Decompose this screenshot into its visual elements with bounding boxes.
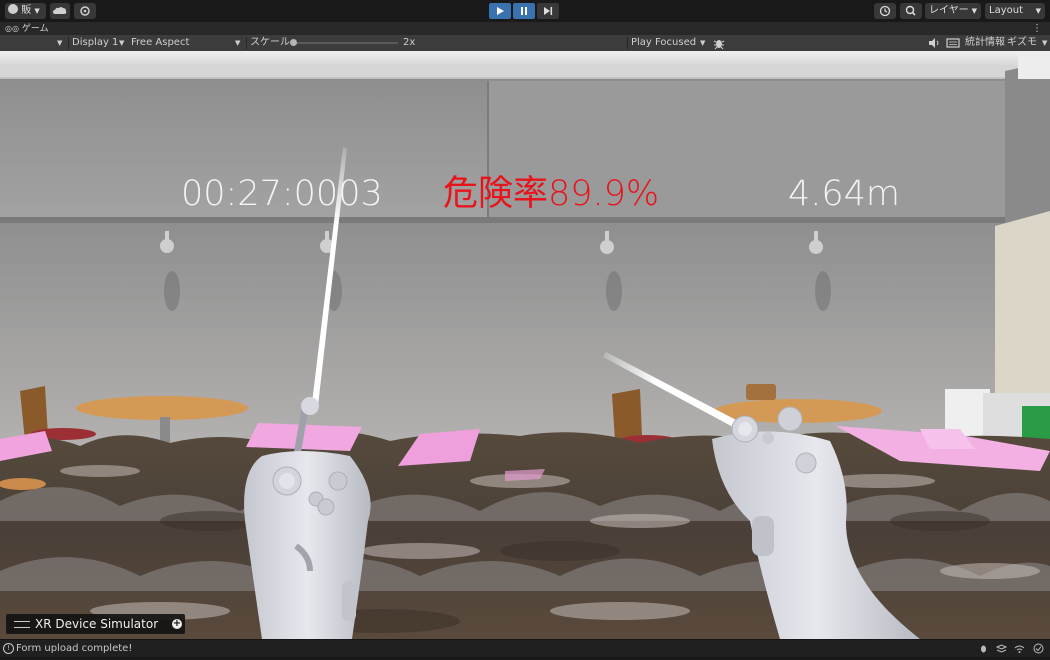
play-mode-label: Play Focused xyxy=(631,37,697,48)
cloud-icon xyxy=(53,7,67,14)
display-dropdown[interactable]: Display 1 ▼ xyxy=(72,35,126,51)
cloud-button[interactable] xyxy=(50,3,70,19)
aspect-dropdown[interactable]: Free Aspect ▼ xyxy=(131,35,244,51)
kebab-menu-icon[interactable]: ⋮ xyxy=(1032,22,1042,35)
game-mode-dropdown[interactable]: ▼ xyxy=(0,35,66,51)
game-tab[interactable]: ◎◎ ゲーム xyxy=(5,22,49,36)
step-icon xyxy=(544,7,553,15)
info-icon: ! xyxy=(3,643,14,654)
chevron-down-icon: ▼ xyxy=(57,39,63,47)
account-dropdown[interactable]: 販 ▼ xyxy=(5,3,46,19)
game-view[interactable]: 00:27:0003 危険率89.9% 4.64m xyxy=(0,51,1050,639)
slider-track xyxy=(292,42,398,44)
keyboard-icon xyxy=(946,38,960,48)
account-icon xyxy=(8,4,18,14)
layers-status-icon[interactable] xyxy=(995,643,1008,654)
game-tab-bar: ◎◎ ゲーム ⋮ xyxy=(0,22,1050,35)
layers-label: レイヤー xyxy=(929,5,969,16)
expand-plus-icon[interactable]: + xyxy=(172,619,182,629)
aspect-label: Free Aspect xyxy=(131,37,190,48)
xr-device-simulator-panel[interactable]: XR Device Simulator + xyxy=(6,614,185,634)
chevron-down-icon: ▼ xyxy=(1042,39,1048,47)
status-bar: ! Form upload complete! xyxy=(0,639,1050,657)
search-icon xyxy=(905,5,916,16)
xr-panel-title: XR Device Simulator xyxy=(35,617,159,631)
pause-icon xyxy=(521,7,527,15)
drag-handle-icon[interactable] xyxy=(14,621,30,628)
chevron-down-icon: ▼ xyxy=(1035,7,1041,15)
scale-slider[interactable] xyxy=(290,35,400,51)
chevron-down-icon: ▼ xyxy=(971,7,977,15)
scale-value: 2x xyxy=(403,37,416,48)
main-toolbar: 販 ▼ レイヤー ▼ Layout ▼ xyxy=(0,0,1050,23)
scene-render xyxy=(0,51,1050,639)
play-icon xyxy=(497,7,504,15)
bug-button[interactable] xyxy=(712,35,726,51)
history-icon xyxy=(879,5,891,17)
layers-dropdown[interactable]: レイヤー ▼ xyxy=(925,3,981,19)
step-button[interactable] xyxy=(537,3,559,19)
layout-label: Layout xyxy=(989,5,1023,16)
play-mode-dropdown[interactable]: Play Focused ▼ xyxy=(631,35,709,51)
distance-readout: 4.64m xyxy=(788,174,901,214)
search-button[interactable] xyxy=(900,3,922,19)
gamepad-icon: ◎◎ xyxy=(5,24,19,33)
play-button[interactable] xyxy=(489,3,511,19)
history-button[interactable] xyxy=(874,3,896,19)
status-message: Form upload complete! xyxy=(16,643,133,654)
divider xyxy=(627,37,628,49)
keyboard-button[interactable] xyxy=(945,35,961,51)
check-status-icon[interactable] xyxy=(1033,643,1044,654)
slider-thumb[interactable] xyxy=(290,39,297,46)
bug-status-icon[interactable] xyxy=(978,643,989,654)
gizmos-label: ギズモ xyxy=(1007,37,1037,48)
pause-button[interactable] xyxy=(513,3,535,19)
collab-button[interactable] xyxy=(74,3,96,19)
network-status-icon[interactable] xyxy=(1014,643,1025,654)
elapsed-timer: 00:27:0003 xyxy=(181,174,383,214)
chevron-down-icon: ▼ xyxy=(34,7,40,15)
divider xyxy=(246,37,247,49)
divider xyxy=(68,37,69,49)
game-tab-label: ゲーム xyxy=(21,24,49,34)
bug-icon xyxy=(713,40,725,50)
display-label: Display 1 xyxy=(72,37,119,48)
gizmos-dropdown[interactable]: ギズモ ▼ xyxy=(1007,35,1049,51)
camera-icon xyxy=(80,6,90,16)
playmode-controls xyxy=(489,3,559,19)
chevron-down-icon: ▼ xyxy=(235,39,241,47)
chevron-down-icon: ▼ xyxy=(119,39,125,47)
layout-dropdown[interactable]: Layout ▼ xyxy=(985,3,1045,19)
stats-button[interactable]: 統計情報 xyxy=(965,35,1005,51)
speaker-icon xyxy=(929,38,939,48)
danger-rate: 危険率89.9% xyxy=(443,174,660,214)
chevron-down-icon: ▼ xyxy=(700,39,706,47)
game-view-toolbar: ▼ Display 1 ▼ Free Aspect ▼ スケール 2x Play… xyxy=(0,35,1050,52)
scale-label: スケール xyxy=(250,37,290,48)
account-label: 販 xyxy=(21,5,32,16)
mute-audio-button[interactable] xyxy=(927,35,941,51)
